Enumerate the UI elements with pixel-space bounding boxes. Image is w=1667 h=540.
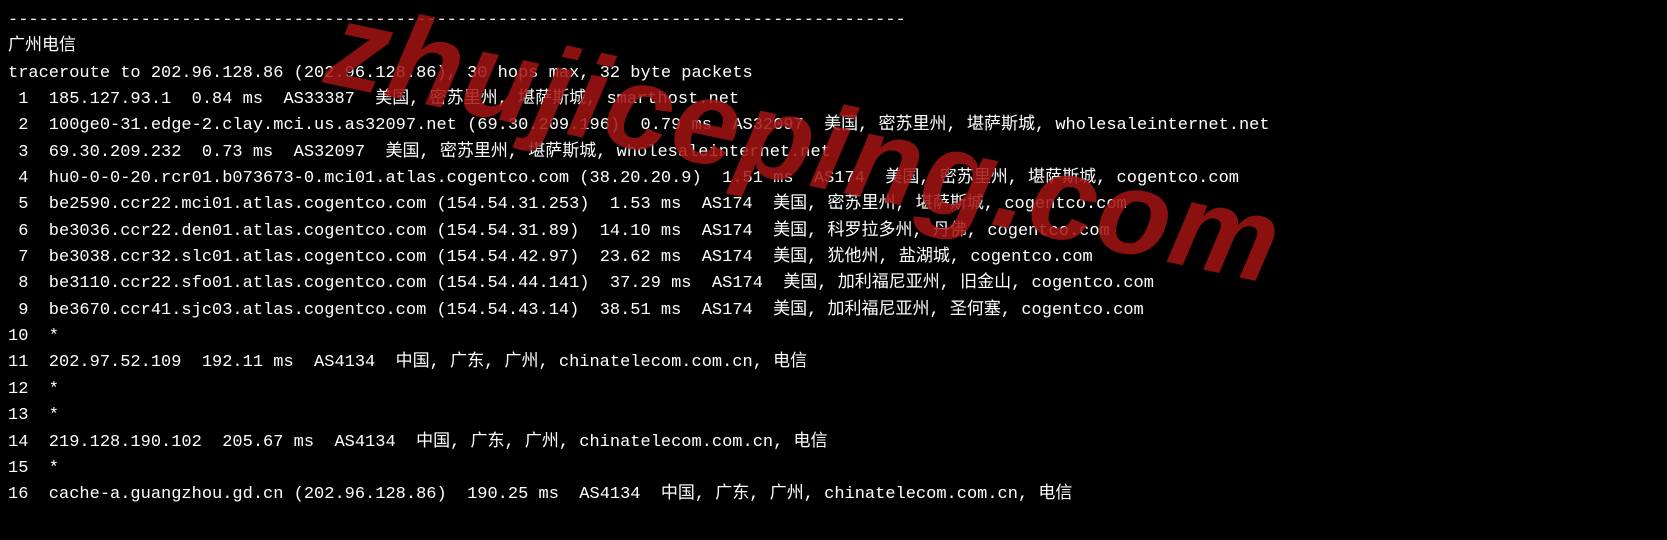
traceroute-hop: 13 * <box>8 403 1659 429</box>
traceroute-hop: 7 be3038.ccr32.slc01.atlas.cogentco.com … <box>8 245 1659 271</box>
trace-header: 广州电信 <box>8 34 1659 60</box>
traceroute-hop: 11 202.97.52.109 192.11 ms AS4134 中国, 广东… <box>8 350 1659 376</box>
traceroute-hop: 16 cache-a.guangzhou.gd.cn (202.96.128.8… <box>8 482 1659 508</box>
traceroute-hop: 9 be3670.ccr41.sjc03.atlas.cogentco.com … <box>8 298 1659 324</box>
traceroute-hop: 14 219.128.190.102 205.67 ms AS4134 中国, … <box>8 430 1659 456</box>
traceroute-hop: 5 be2590.ccr22.mci01.atlas.cogentco.com … <box>8 192 1659 218</box>
traceroute-output: 1 185.127.93.1 0.84 ms AS33387 美国, 密苏里州,… <box>8 87 1659 509</box>
traceroute-hop: 10 * <box>8 324 1659 350</box>
traceroute-hop: 12 * <box>8 377 1659 403</box>
traceroute-hop: 8 be3110.ccr22.sfo01.atlas.cogentco.com … <box>8 271 1659 297</box>
traceroute-hop: 6 be3036.ccr22.den01.atlas.cogentco.com … <box>8 219 1659 245</box>
trace-command: traceroute to 202.96.128.86 (202.96.128.… <box>8 61 1659 87</box>
traceroute-hop: 1 185.127.93.1 0.84 ms AS33387 美国, 密苏里州,… <box>8 87 1659 113</box>
traceroute-hop: 3 69.30.209.232 0.73 ms AS32097 美国, 密苏里州… <box>8 140 1659 166</box>
traceroute-hop: 4 hu0-0-0-20.rcr01.b073673-0.mci01.atlas… <box>8 166 1659 192</box>
traceroute-hop: 2 100ge0-31.edge-2.clay.mci.us.as32097.n… <box>8 113 1659 139</box>
traceroute-hop: 15 * <box>8 456 1659 482</box>
separator-line: ----------------------------------------… <box>8 8 1659 34</box>
